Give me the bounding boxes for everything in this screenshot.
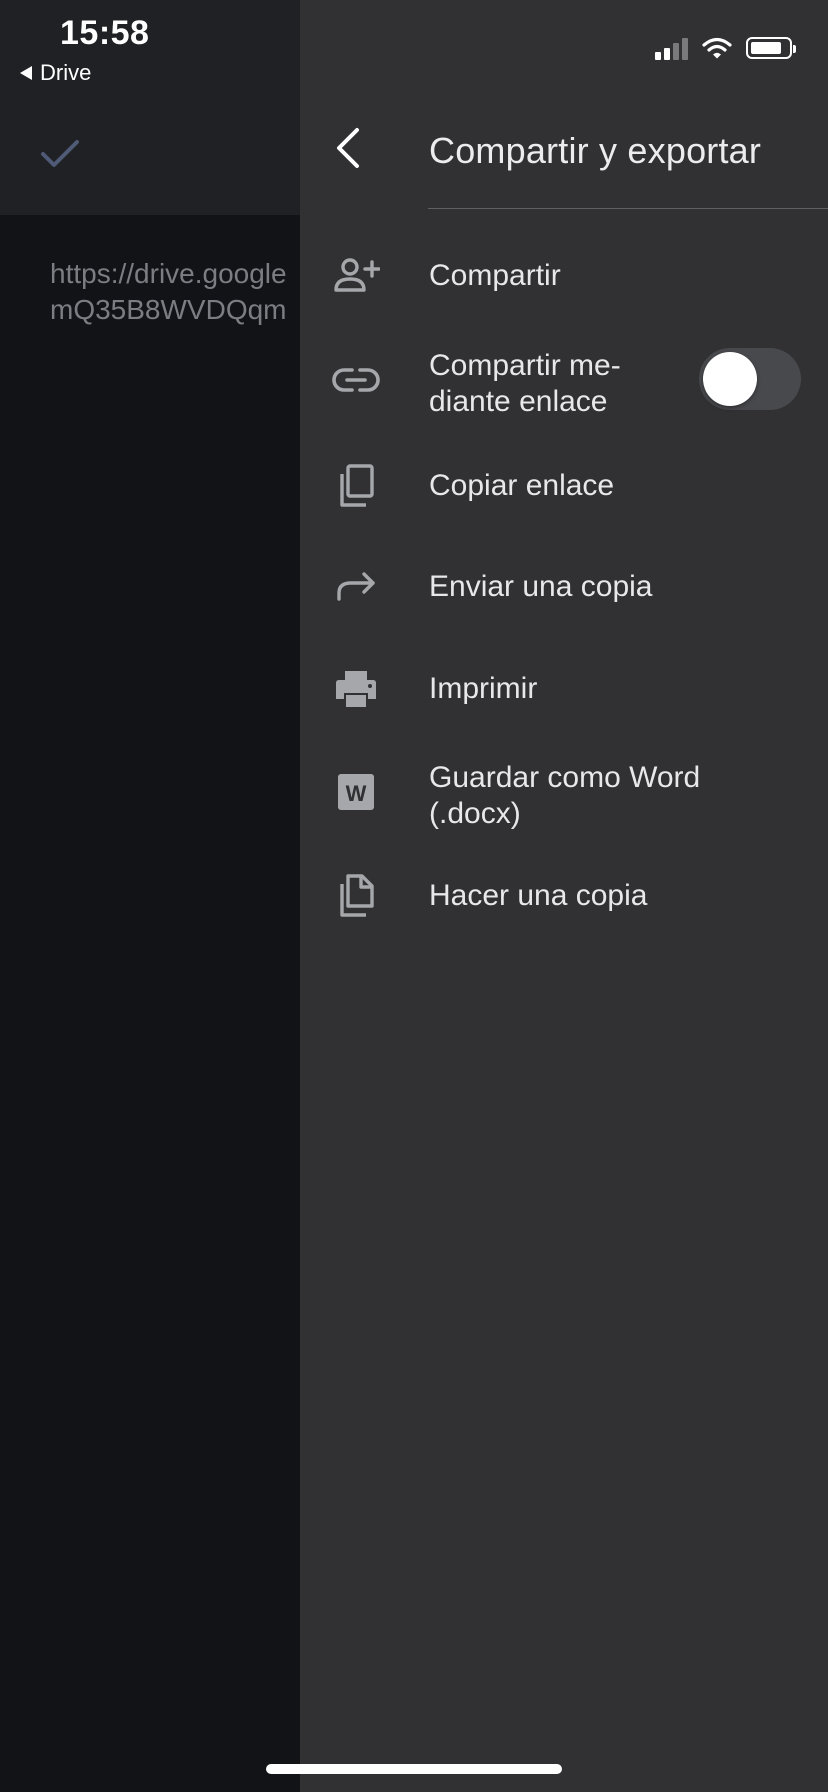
document-line: https://drive.google [50,258,287,289]
menu-item-print[interactable]: Imprimir [300,659,828,719]
menu-item-label: Compartir [429,259,561,292]
link-sharing-toggle[interactable] [699,348,801,410]
back-triangle-icon [20,66,32,80]
menu-item-copy-link[interactable]: Copiar enlace [300,456,828,516]
printer-icon [330,663,382,715]
back-to-drive-label: Drive [40,60,92,85]
back-to-drive-link[interactable]: Drive [20,60,91,86]
home-indicator[interactable] [266,1764,562,1774]
menu-item-label: Enviar una copia [429,570,653,603]
menu-item-share[interactable]: Compartir [300,246,828,306]
copy-icon [330,460,382,512]
menu-item-label: Guardar como Word (.docx) [429,761,701,830]
toggle-knob [703,352,757,406]
file-copy-icon [330,870,382,922]
menu-item-label: Hacer una copia [429,879,648,912]
menu-item-make-copy[interactable]: Hacer una copia [300,866,828,926]
cellular-signal-icon [655,36,688,60]
menu-item-label: Imprimir [429,672,538,705]
document-line: mQ35B8WVDQqm [50,294,287,325]
menu-item-send-copy[interactable]: Enviar una copia [300,557,828,617]
battery-icon [746,37,796,59]
check-icon[interactable] [40,138,80,175]
menu-item-save-word[interactable]: W Guardar como Word (.docx) [300,752,828,832]
drawer-title: Compartir y exportar [429,130,762,171]
title-divider [428,208,828,209]
menu-item-label: Copiar enlace [429,469,615,502]
chevron-left-icon [337,128,359,168]
back-button[interactable] [324,124,372,172]
menu-item-link-share[interactable]: Compartir me- diante enlace [300,340,828,420]
svg-text:W: W [346,781,367,806]
wifi-icon [702,37,732,59]
document-text: https://drive.google mQ35B8WVDQqm [50,256,300,328]
forward-arrow-icon [330,561,382,613]
link-icon [330,354,382,406]
document-toolbar [0,0,300,215]
word-icon: W [330,766,382,818]
status-indicators [655,36,796,60]
person-add-icon [330,250,382,302]
drawer-header: Compartir y exportar [300,110,828,210]
menu-item-label: Compartir me- diante enlace [429,349,621,418]
status-time: 15:58 [60,14,150,52]
